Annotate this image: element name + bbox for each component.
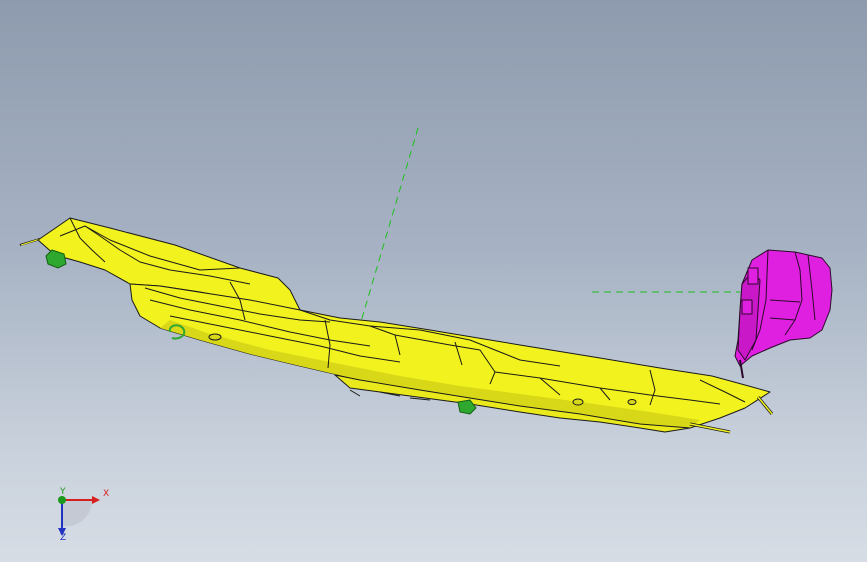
triad-y-axis-dot (58, 496, 66, 504)
yellow-part[interactable] (19, 217, 774, 434)
triad-background-shade (62, 500, 93, 527)
triad-x-arrow-icon (92, 496, 100, 504)
triad-x-label: X (103, 489, 110, 499)
triad-z-label: Z (60, 533, 67, 543)
model-canvas[interactable] (0, 0, 867, 562)
reference-triad: X Y Z (40, 478, 120, 548)
triad-y-label: Y (60, 487, 66, 497)
graphics-viewport[interactable]: X Y Z (0, 0, 867, 562)
magenta-bracket[interactable] (734, 249, 833, 379)
datum-axis-vertical (359, 127, 419, 326)
